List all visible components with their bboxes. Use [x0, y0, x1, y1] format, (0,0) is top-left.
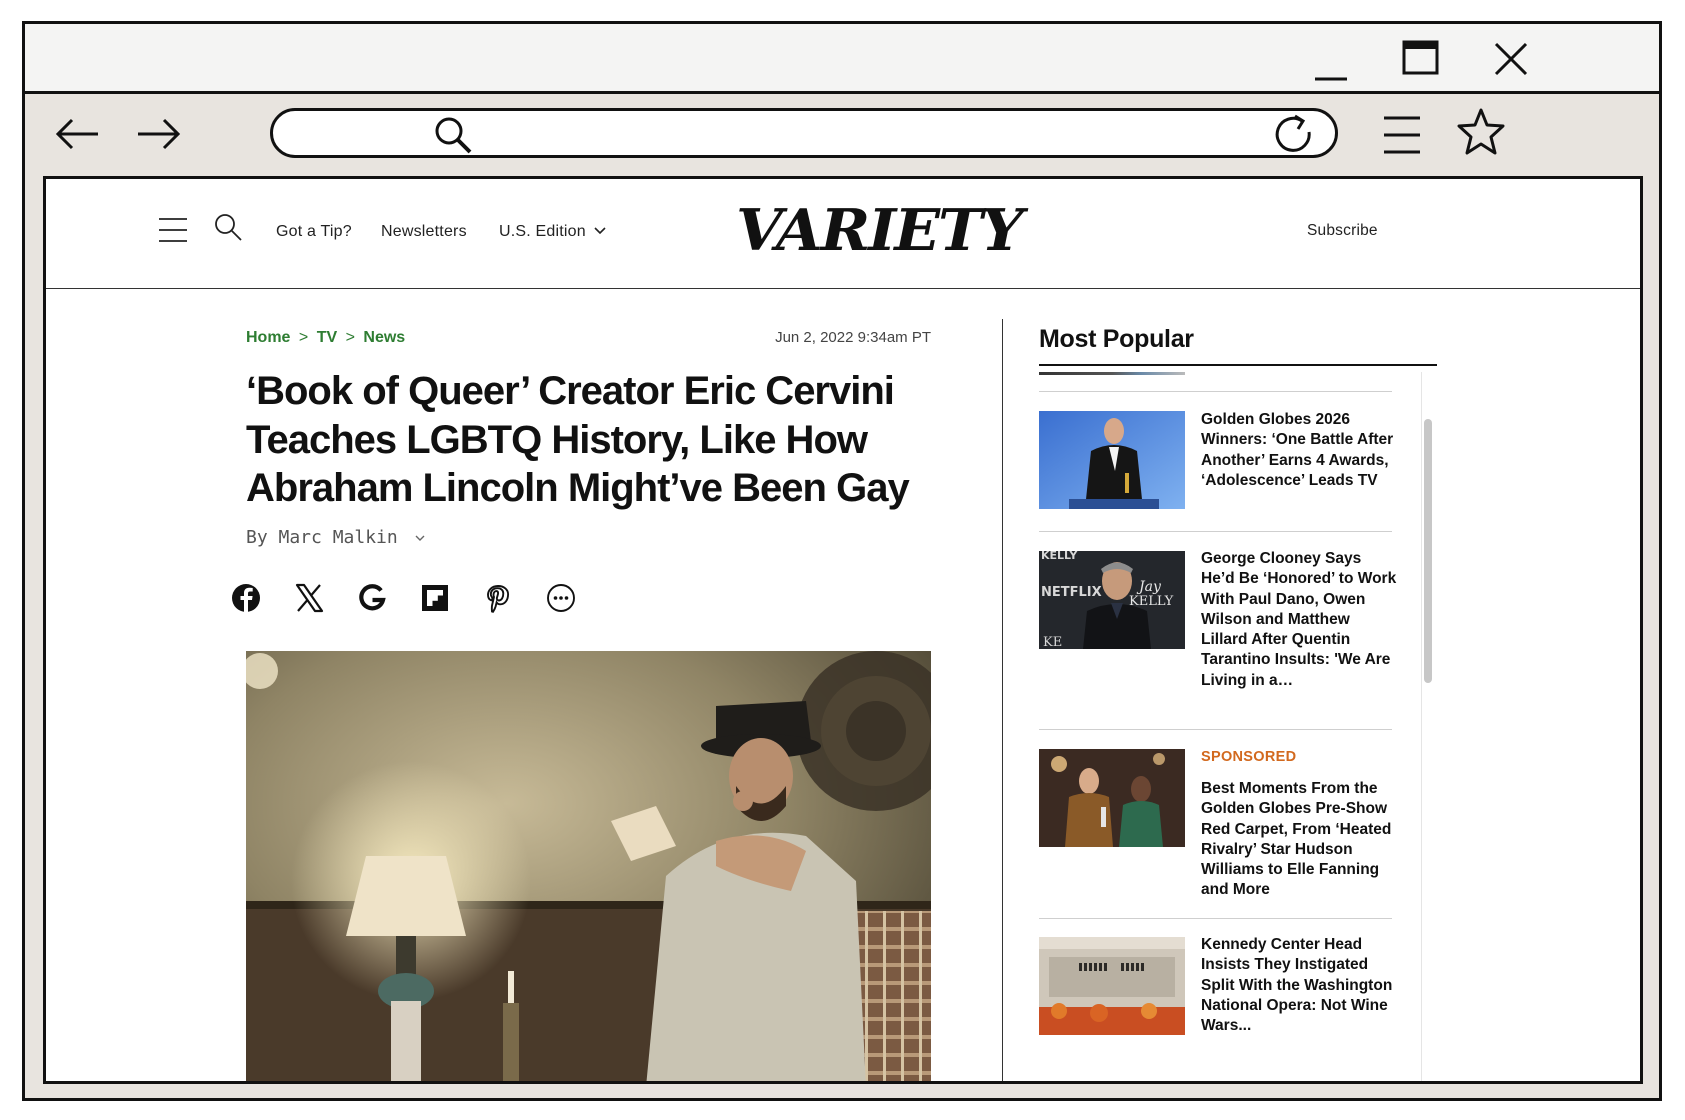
article-date: Jun 2, 2022 9:34am PT [775, 329, 931, 346]
popular-headline[interactable]: Kennedy Center Head Insists They Instiga… [1201, 935, 1397, 1036]
breadcrumb-tv[interactable]: TV [317, 329, 337, 346]
site-search-icon[interactable] [213, 212, 245, 244]
site-header: Got a Tip? Newsletters U.S. Edition VARI… [46, 179, 1640, 289]
reload-icon[interactable] [1265, 106, 1321, 162]
edition-label: U.S. Edition [499, 223, 586, 240]
popular-headline[interactable]: Golden Globes 2026 Winners: ‘One Battle … [1201, 410, 1397, 491]
minimize-icon[interactable] [1307, 36, 1355, 84]
headline-line: Teaches LGBTQ History, Like How [246, 417, 868, 462]
thumb-poster-text: KELLY [1041, 551, 1078, 562]
article-hero-image[interactable] [246, 651, 931, 1081]
headline-line: Abraham Lincoln Might’ve Been Gay [246, 466, 910, 510]
got-a-tip-link[interactable]: Got a Tip? [276, 223, 352, 241]
byline[interactable]: By Marc Malkin [246, 527, 425, 548]
hamburger-menu-icon[interactable] [158, 215, 188, 245]
thumb-poster-text: NETFLIX [1041, 585, 1102, 600]
search-icon [431, 113, 475, 157]
list-separator [1039, 391, 1392, 392]
pinterest-icon[interactable] [481, 581, 515, 615]
most-popular-title: Most Popular [1039, 325, 1194, 353]
maximize-icon[interactable] [1397, 36, 1445, 84]
newsletters-link[interactable]: Newsletters [381, 223, 467, 241]
variety-logo[interactable]: VARIETY [736, 203, 1024, 260]
list-separator [1039, 531, 1392, 532]
edition-selector[interactable]: U.S. Edition [499, 223, 606, 241]
column-divider [1002, 319, 1003, 1081]
facebook-icon[interactable] [229, 581, 263, 615]
more-icon[interactable] [544, 581, 578, 615]
x-icon[interactable] [292, 581, 326, 615]
back-arrow-icon[interactable] [50, 106, 106, 162]
breadcrumb-home[interactable]: Home [246, 329, 290, 346]
title-bar [25, 24, 1659, 94]
address-bar[interactable] [270, 108, 1338, 158]
byline-text: By Marc Malkin [246, 527, 398, 548]
breadcrumb-separator: > [298, 329, 309, 346]
sidebar-scrollbar-thumb[interactable] [1424, 419, 1432, 683]
sponsored-label: SPONSORED [1201, 749, 1297, 765]
browser-toolbar [25, 94, 1659, 181]
breadcrumb-news[interactable]: News [363, 329, 405, 346]
subscribe-link[interactable]: Subscribe [1307, 222, 1378, 240]
breadcrumb-separator: > [345, 329, 355, 346]
page-viewport: Got a Tip? Newsletters U.S. Edition VARI… [43, 176, 1643, 1084]
chevron-down-icon [593, 227, 606, 235]
close-icon[interactable] [1487, 36, 1535, 84]
popular-thumbnail[interactable]: NETFLIX Jay KELLY KELLY KE [1039, 551, 1185, 649]
popular-thumbnail[interactable] [1039, 937, 1185, 1035]
browser-window: Got a Tip? Newsletters U.S. Edition VARI… [22, 21, 1662, 1101]
menu-icon[interactable] [1374, 106, 1430, 162]
flipboard-icon[interactable] [418, 581, 452, 615]
popular-headline[interactable]: George Clooney Says He’d Be ‘Honored’ to… [1201, 549, 1397, 691]
popular-thumbnail[interactable] [1039, 411, 1185, 509]
popular-headline[interactable]: Best Moments From the Golden Globes Pre-… [1201, 779, 1397, 901]
forward-arrow-icon[interactable] [132, 106, 188, 162]
thumb-poster-text: KE [1043, 635, 1062, 649]
popular-thumbnail[interactable] [1039, 749, 1185, 847]
article-headline: ‘Book of Queer’ Creator Eric Cervini Tea… [246, 367, 946, 513]
cropped-thumbnail [1039, 372, 1185, 375]
google-icon[interactable] [355, 581, 389, 615]
most-popular-rule [1039, 364, 1437, 366]
star-icon[interactable] [1453, 104, 1509, 160]
list-separator [1039, 729, 1392, 730]
chevron-down-icon [415, 535, 425, 541]
list-separator [1039, 918, 1392, 919]
headline-line: ‘Book of Queer’ Creator Eric Cervini [246, 369, 895, 413]
thumb-poster-text: Jay [1136, 579, 1162, 595]
breadcrumb: Home > TV > News [246, 329, 405, 347]
